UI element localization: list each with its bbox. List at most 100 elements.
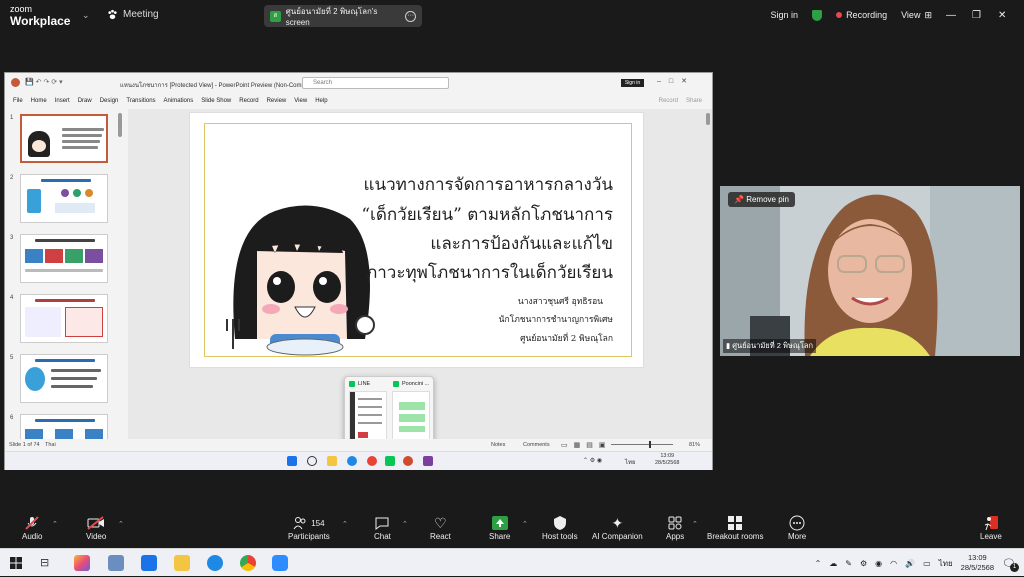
chrome-icon[interactable] <box>240 555 256 571</box>
host-tools-button[interactable]: Host tools <box>542 514 578 541</box>
share-button[interactable]: Share <box>489 514 510 541</box>
file-explorer-icon[interactable] <box>327 456 337 466</box>
preview-window-2[interactable] <box>392 391 430 441</box>
menu-transitions[interactable]: Transitions <box>126 98 155 104</box>
notes-button[interactable]: Notes <box>491 442 505 448</box>
zoom-level[interactable]: 81% <box>689 442 700 448</box>
show-hidden-icons[interactable]: ⌃ <box>815 559 822 568</box>
ppt-search-box[interactable]: Search <box>302 77 449 89</box>
battery-icon[interactable]: ▭ <box>923 559 931 568</box>
menu-file[interactable]: File <box>13 98 23 104</box>
edge-icon[interactable] <box>207 555 223 571</box>
menu-insert[interactable]: Insert <box>55 98 70 104</box>
ai-companion-button[interactable]: ✦ AI Companion <box>592 514 643 542</box>
more-options-icon[interactable]: ··· <box>405 10 416 22</box>
location-icon[interactable]: ◉ <box>875 559 882 568</box>
menu-record[interactable]: Record <box>239 98 258 104</box>
participants-button[interactable]: 154 Participants <box>288 514 330 541</box>
slide-thumbnail-1[interactable] <box>20 114 108 163</box>
volume-icon[interactable]: 🔊 <box>905 559 915 568</box>
menu-help[interactable]: Help <box>315 98 327 104</box>
share-options-caret[interactable]: ⌃ <box>522 520 528 528</box>
snipping-tool-icon[interactable] <box>141 555 157 571</box>
cloud-icon[interactable]: ☁ <box>829 559 837 568</box>
edge-icon[interactable] <box>347 456 357 466</box>
quick-access-icons[interactable]: 💾 ↶ ↷ ⟳ ▾ <box>25 78 63 86</box>
more-button[interactable]: More <box>788 514 806 541</box>
comments-button[interactable]: Comments <box>523 442 550 448</box>
thumbnail-scrollbar[interactable] <box>118 113 122 137</box>
calculator-icon[interactable] <box>108 555 124 571</box>
remove-pin-button[interactable]: 📌 Remove pin <box>728 192 795 207</box>
chevron-down-icon[interactable]: ⌄ <box>82 10 90 21</box>
ppt-share-button[interactable]: Share <box>686 98 702 104</box>
status-language[interactable]: Thai <box>45 442 56 448</box>
slide-thumbnail-3[interactable] <box>20 234 108 283</box>
ppt-window-controls[interactable]: –□✕ <box>657 77 695 85</box>
leave-button[interactable]: Leave <box>980 514 1002 541</box>
audio-button[interactable]: Audio <box>22 514 42 541</box>
chrome-icon[interactable] <box>367 456 377 466</box>
menu-view[interactable]: View <box>294 98 307 104</box>
menu-home[interactable]: Home <box>31 98 47 104</box>
chat-button[interactable]: Chat <box>374 514 391 541</box>
input-language[interactable]: ไทย <box>939 557 953 570</box>
tray-icons[interactable]: ⌃ ⚙ ◉ <box>583 457 602 464</box>
ppt-signin-button[interactable]: Sign in <box>621 79 644 87</box>
meeting-info[interactable]: Meeting <box>107 9 159 20</box>
slide-thumbnail-5[interactable] <box>20 354 108 403</box>
video-options-caret[interactable]: ⌃ <box>118 520 124 528</box>
tray-language[interactable]: ไทย <box>625 457 636 467</box>
chat-options-caret[interactable]: ⌃ <box>402 520 408 528</box>
slide-thumbnail-2[interactable] <box>20 174 108 223</box>
zoom-slider-thumb[interactable] <box>649 441 651 448</box>
minimize-icon[interactable]: — <box>946 10 958 21</box>
canva-icon[interactable] <box>423 456 433 466</box>
canvas-scrollbar[interactable] <box>706 113 710 125</box>
copilot-icon[interactable] <box>74 555 90 571</box>
breakout-rooms-button[interactable]: Breakout rooms <box>707 514 763 541</box>
slide-thumbnail-4[interactable] <box>20 294 108 343</box>
zoom-app-icon[interactable] <box>272 555 288 571</box>
taskbar-preview-popup[interactable]: LINE Pooncini ... <box>344 376 434 446</box>
security-icon[interactable] <box>812 9 823 21</box>
sign-in-link[interactable]: Sign in <box>771 10 799 20</box>
participants-options-caret[interactable]: ⌃ <box>342 520 348 528</box>
powerpoint-icon[interactable] <box>403 456 413 466</box>
system-clock[interactable]: 13:09 28/5/2568 <box>961 553 994 573</box>
participant-video[interactable]: 📌 Remove pin ▮ ศูนย์อนามัยที่ 2 พิษณุโลก <box>720 186 1020 356</box>
slide-thumbnail-6[interactable] <box>20 414 108 439</box>
view-mode-icons[interactable]: ▭▦▤▣ <box>561 441 611 449</box>
menu-review[interactable]: Review <box>267 98 287 104</box>
view-button[interactable]: View ⊞ <box>901 10 932 21</box>
audio-options-caret[interactable]: ⌃ <box>52 520 58 528</box>
video-button[interactable]: Video <box>86 514 106 541</box>
screen-share-indicator[interactable]: ส ศูนย์อนามัยที่ 2 พิษณุโลก's screen ··· <box>264 5 422 27</box>
react-button[interactable]: ♡ React <box>430 514 451 542</box>
main-slide[interactable]: แนวทางการจัดการอาหารกลางวัน “เด็กวัยเรีย… <box>189 112 644 368</box>
menu-design[interactable]: Design <box>100 98 119 104</box>
recording-indicator[interactable]: Recording <box>836 10 887 20</box>
menu-animations[interactable]: Animations <box>164 98 194 104</box>
zoom-slider[interactable] <box>611 444 673 445</box>
gear-icon[interactable]: ⚙ <box>860 559 867 568</box>
search-icon[interactable] <box>307 456 317 466</box>
apps-options-caret[interactable]: ⌃ <box>692 520 698 528</box>
restore-icon[interactable]: ❐ <box>972 10 984 21</box>
menu-slideshow[interactable]: Slide Show <box>201 98 231 104</box>
close-icon[interactable]: ✕ <box>998 10 1010 21</box>
windows-start-icon[interactable] <box>10 557 22 569</box>
apps-button[interactable]: Apps <box>666 514 684 541</box>
notification-icon[interactable]: 🗨 1 <box>1002 557 1019 572</box>
task-view-icon[interactable]: ⊟ <box>40 556 49 569</box>
preview-window-1[interactable] <box>349 391 387 442</box>
tray-clock[interactable]: 13:09 28/5/2568 <box>655 453 679 467</box>
file-explorer-icon[interactable] <box>174 555 190 571</box>
ppt-record-button[interactable]: Record <box>659 98 678 104</box>
pen-icon[interactable]: ✎ <box>845 559 852 568</box>
windows-start-icon[interactable] <box>287 456 297 466</box>
line-icon[interactable] <box>385 456 395 466</box>
menu-draw[interactable]: Draw <box>78 98 92 104</box>
wifi-icon[interactable]: ◠ <box>890 559 897 568</box>
meeting-label: Meeting <box>123 9 159 20</box>
